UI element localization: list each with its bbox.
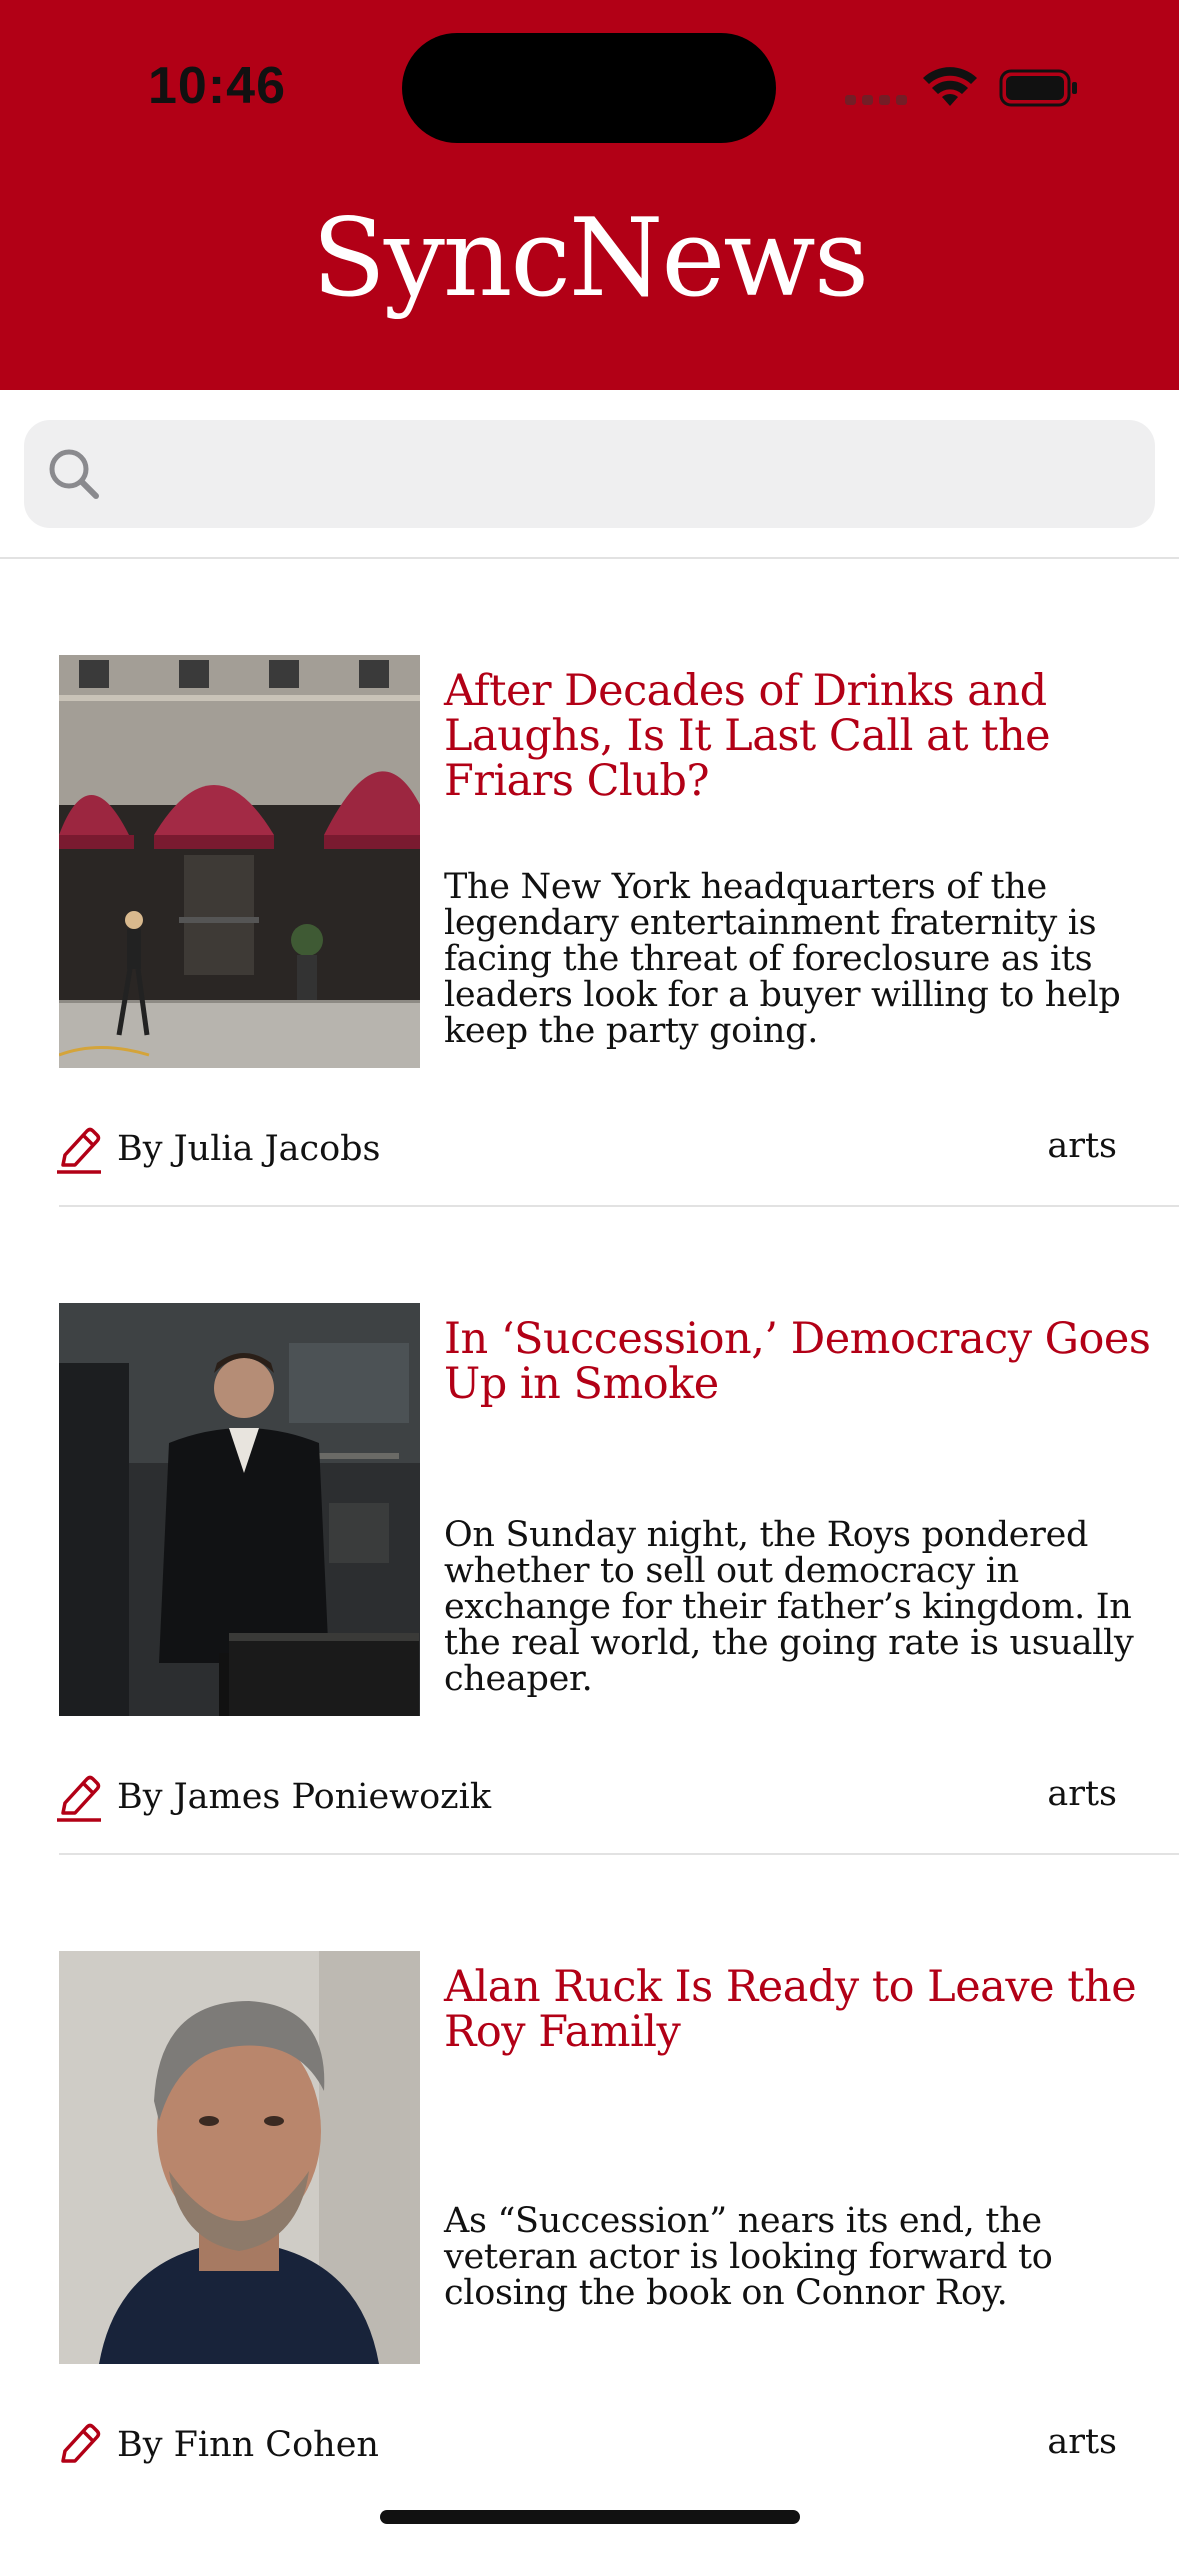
battery-icon bbox=[999, 69, 1077, 107]
article-headline[interactable]: Alan Ruck Is Ready to Leave the Roy Fami… bbox=[444, 1965, 1160, 2055]
actor-portrait-photo bbox=[59, 1951, 420, 2364]
article-author: By James Poniewozik bbox=[117, 1777, 492, 1817]
byline: By Finn Cohen bbox=[55, 2417, 379, 2473]
article-summary: As “Succession” nears its end, the veter… bbox=[444, 2201, 1053, 2313]
search-bar[interactable] bbox=[24, 420, 1155, 528]
home-indicator[interactable] bbox=[380, 2510, 800, 2524]
article-row[interactable]: In ‘Succession,’ Democracy Goes Up in Sm… bbox=[0, 1207, 1179, 1855]
article-author: By Finn Cohen bbox=[117, 2425, 379, 2465]
byline: By Julia Jacobs bbox=[55, 1121, 381, 1177]
article-row[interactable]: Alan Ruck Is Ready to Leave the Roy Fami… bbox=[0, 1855, 1179, 2503]
dynamic-island bbox=[402, 33, 776, 143]
pencil-icon bbox=[57, 1775, 101, 1822]
app-header: 10:46 SyncNews bbox=[0, 0, 1179, 390]
article-category: arts bbox=[1047, 1126, 1117, 1166]
article-category: arts bbox=[1047, 1774, 1117, 1814]
article-row[interactable]: After Decades of Drinks and Laughs, Is I… bbox=[0, 559, 1179, 1207]
pencil-icon bbox=[61, 2423, 101, 2463]
search-input[interactable] bbox=[120, 440, 1134, 510]
byline: By James Poniewozik bbox=[55, 1769, 491, 1825]
article-summary: The New York headquarters of the legenda… bbox=[444, 867, 1121, 1051]
friars-club-facade-photo bbox=[59, 655, 420, 1068]
article-summary: On Sunday night, the Roys pondered wheth… bbox=[444, 1515, 1134, 1699]
cellular-signal-icon bbox=[845, 95, 907, 107]
article-headline[interactable]: After Decades of Drinks and Laughs, Is I… bbox=[444, 669, 1160, 804]
wifi-icon bbox=[923, 67, 977, 106]
pencil-icon bbox=[57, 1127, 101, 1174]
article-author: By Julia Jacobs bbox=[117, 1129, 381, 1169]
app-title: SyncNews bbox=[311, 196, 869, 321]
article-headline[interactable]: In ‘Succession,’ Democracy Goes Up in Sm… bbox=[444, 1317, 1160, 1407]
article-category: arts bbox=[1047, 2422, 1117, 2462]
search-icon bbox=[49, 449, 99, 499]
status-time: 10:46 bbox=[148, 57, 286, 115]
man-in-suit-photo bbox=[59, 1303, 420, 1716]
